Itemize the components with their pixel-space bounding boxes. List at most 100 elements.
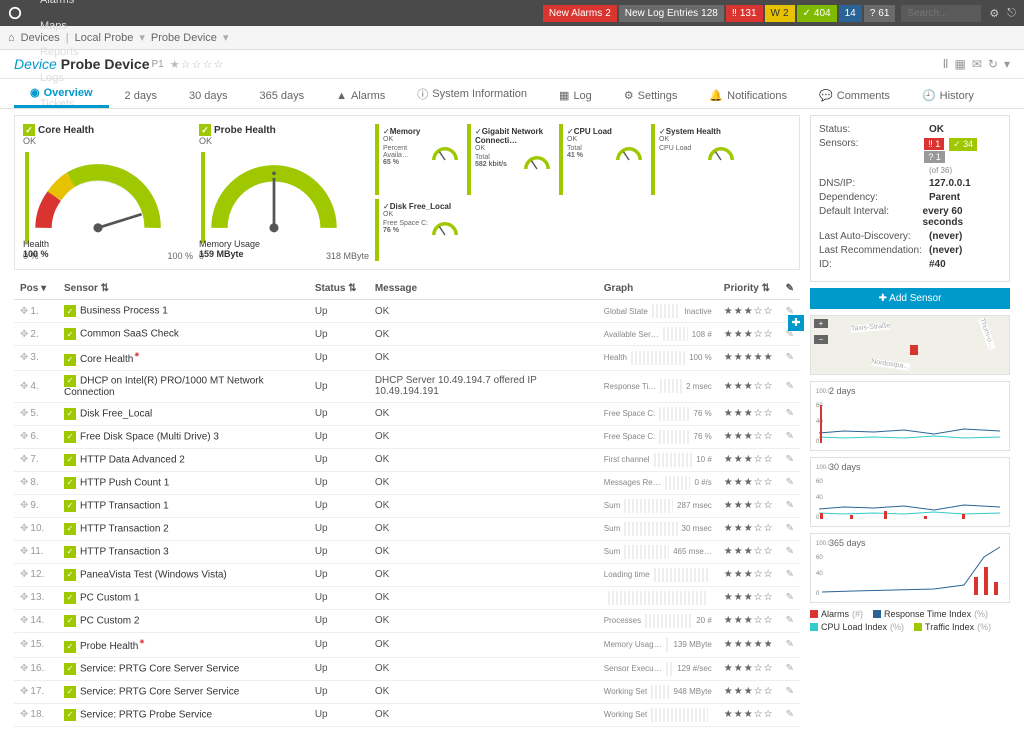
- tab-30-days[interactable]: 30 days: [173, 84, 244, 108]
- drag-handle-icon[interactable]: ✥: [20, 639, 28, 650]
- priority-stars[interactable]: ★★★☆☆: [724, 592, 774, 603]
- sensor-name-link[interactable]: Service: PRTG Core Server Service: [80, 686, 239, 697]
- mini-gauge[interactable]: ✓Disk Free_LocalOKFree Space C:76 %: [375, 199, 463, 261]
- drag-handle-icon[interactable]: ✥: [20, 500, 28, 511]
- new-alarms-badge[interactable]: New Alarms 2: [543, 5, 617, 22]
- priority-stars[interactable]: ★★★☆☆: [724, 431, 774, 442]
- priority-stars[interactable]: ★★★☆☆: [724, 615, 774, 626]
- tab-history[interactable]: 🕘 History: [906, 83, 990, 108]
- sensor-row[interactable]: ✥1.✓Business Process 1UpOKGlobal StateIn…: [14, 300, 800, 323]
- device-priority-stars[interactable]: ★☆☆☆☆: [170, 58, 224, 71]
- breadcrumb-item[interactable]: Local Probe: [75, 32, 134, 44]
- sensor-row[interactable]: ✥4.✓DHCP on Intel(R) PRO/1000 MT Network…: [14, 370, 800, 402]
- sensor-name-link[interactable]: HTTP Data Advanced 2: [80, 454, 185, 465]
- row-edit-icon[interactable]: ✎: [786, 615, 794, 626]
- sensor-name-link[interactable]: Probe Health⁕: [80, 641, 145, 652]
- ok-count-badge[interactable]: ✓ 404: [797, 5, 837, 22]
- sensor-name-link[interactable]: HTTP Transaction 1: [80, 500, 169, 511]
- mini-gauge[interactable]: ✓MemoryOKPercent Availa…65 %: [375, 124, 463, 195]
- add-sensor-button[interactable]: ✚ Add Sensor: [810, 288, 1010, 309]
- row-edit-icon[interactable]: ✎: [786, 686, 794, 697]
- drag-handle-icon[interactable]: ✥: [20, 306, 28, 317]
- priority-stars[interactable]: ★★★☆☆: [724, 454, 774, 465]
- priority-stars[interactable]: ★★★☆☆: [724, 523, 774, 534]
- priority-stars[interactable]: ★★★★★: [724, 639, 774, 650]
- unknown-count-badge[interactable]: ? 61: [864, 5, 896, 22]
- col-edit[interactable]: ✎: [780, 278, 800, 300]
- sensors-red-badge[interactable]: ‼ 1: [924, 138, 944, 150]
- row-edit-icon[interactable]: ✎: [786, 592, 794, 603]
- row-edit-icon[interactable]: ✎: [786, 352, 794, 363]
- sensor-name-link[interactable]: Service: PRTG Probe Service: [80, 709, 212, 720]
- tab-365-days[interactable]: 365 days: [243, 84, 320, 108]
- sensor-row[interactable]: ✥3.✓Core Health⁕UpOKHealth100 %★★★★★✎: [14, 346, 800, 371]
- sensor-name-link[interactable]: HTTP Transaction 2: [80, 523, 169, 534]
- sensor-row[interactable]: ✥2.✓Common SaaS CheckUpOKAvailable Ser…1…: [14, 323, 800, 346]
- row-edit-icon[interactable]: ✎: [786, 523, 794, 534]
- sensor-row[interactable]: ✥14.✓PC Custom 2UpOKProcesses20 #★★★☆☆✎: [14, 609, 800, 632]
- row-edit-icon[interactable]: ✎: [786, 381, 794, 392]
- new-log-badge[interactable]: New Log Entries 128: [619, 5, 724, 22]
- priority-stars[interactable]: ★★★☆☆: [724, 546, 774, 557]
- alarm-count-badge[interactable]: ‼ 131: [726, 5, 763, 22]
- sensor-row[interactable]: ✥8.✓HTTP Push Count 1UpOKMessages Re…0 #…: [14, 471, 800, 494]
- drag-handle-icon[interactable]: ✥: [20, 454, 28, 465]
- blue-count-badge[interactable]: 14: [839, 5, 862, 22]
- mini-gauge[interactable]: ✓System HealthOKCPU Load: [651, 124, 739, 195]
- nav-alarms[interactable]: Alarms: [26, 0, 96, 13]
- col-graph[interactable]: Graph: [598, 278, 718, 300]
- row-edit-icon[interactable]: ✎: [786, 500, 794, 511]
- col-status[interactable]: Status ⇅: [309, 278, 369, 300]
- row-edit-icon[interactable]: ✎: [786, 431, 794, 442]
- drag-handle-icon[interactable]: ✥: [20, 431, 28, 442]
- priority-stars[interactable]: ★★★☆☆: [724, 329, 774, 340]
- chart-thumb-2-days[interactable]: 2 days100.060400: [810, 381, 1010, 451]
- priority-stars[interactable]: ★★★☆☆: [724, 408, 774, 419]
- mini-gauge[interactable]: ✓Gigabit Network Connecti…OKTotal582 kbi…: [467, 124, 555, 195]
- sensor-name-link[interactable]: Core Health⁕: [80, 354, 140, 365]
- col-message[interactable]: Message: [369, 278, 598, 300]
- sensor-name-link[interactable]: Business Process 1: [80, 306, 168, 317]
- drag-handle-icon[interactable]: ✥: [20, 709, 28, 720]
- refresh-icon[interactable]: ↻: [988, 57, 998, 71]
- tab-notifications[interactable]: 🔔 Notifications: [693, 83, 803, 108]
- drag-handle-icon[interactable]: ✥: [20, 352, 28, 363]
- drag-handle-icon[interactable]: ✥: [20, 592, 28, 603]
- sensor-name-link[interactable]: HTTP Transaction 3: [80, 546, 169, 557]
- drag-handle-icon[interactable]: ✥: [20, 477, 28, 488]
- sensor-row[interactable]: ✥17.✓Service: PRTG Core Server ServiceUp…: [14, 680, 800, 703]
- drag-handle-icon[interactable]: ✥: [20, 663, 28, 674]
- sensors-grey-badge[interactable]: ? 1: [924, 151, 945, 163]
- row-edit-icon[interactable]: ✎: [786, 569, 794, 580]
- expand-button[interactable]: ✚: [788, 315, 804, 331]
- tab-2-days[interactable]: 2 days: [109, 84, 173, 108]
- sensor-row[interactable]: ✥13.✓PC Custom 1UpOK★★★☆☆✎: [14, 586, 800, 609]
- map-widget[interactable]: + − Taxis-Straße Thurn-u… Nordostpa…: [810, 315, 1010, 375]
- sensor-row[interactable]: ✥18.✓Service: PRTG Probe ServiceUpOKWork…: [14, 703, 800, 726]
- search-input[interactable]: [901, 5, 981, 22]
- sensor-row[interactable]: ✥5.✓Disk Free_LocalUpOKFree Space C:76 %…: [14, 402, 800, 425]
- chevron-down-icon[interactable]: ▾: [1004, 57, 1010, 71]
- drag-handle-icon[interactable]: ✥: [20, 381, 28, 392]
- drag-handle-icon[interactable]: ✥: [20, 523, 28, 534]
- priority-stars[interactable]: ★★★☆☆: [724, 569, 774, 580]
- drag-handle-icon[interactable]: ✥: [20, 546, 28, 557]
- logout-icon[interactable]: ⎋: [1007, 7, 1016, 20]
- chart-thumb-365-days[interactable]: 365 days100.060400: [810, 533, 1010, 603]
- sensors-green-badge[interactable]: ✓ 34: [949, 138, 977, 151]
- sensor-row[interactable]: ✥10.✓HTTP Transaction 2UpOKSum30 msec★★★…: [14, 517, 800, 540]
- row-edit-icon[interactable]: ✎: [786, 477, 794, 488]
- sensor-name-link[interactable]: Common SaaS Check: [80, 329, 179, 340]
- priority-stars[interactable]: ★★★★★: [724, 352, 774, 363]
- drag-handle-icon[interactable]: ✥: [20, 329, 28, 340]
- home-icon[interactable]: ⌂: [8, 32, 15, 44]
- priority-stars[interactable]: ★★★☆☆: [724, 306, 774, 317]
- tab-comments[interactable]: 💬 Comments: [803, 83, 906, 108]
- tab-log[interactable]: ▦ Log: [543, 83, 608, 108]
- tab-settings[interactable]: ⚙ Settings: [608, 83, 694, 108]
- sensor-name-link[interactable]: Disk Free_Local: [80, 408, 152, 419]
- tab-alarms[interactable]: ▲ Alarms: [320, 84, 401, 108]
- sensor-name-link[interactable]: HTTP Push Count 1: [80, 477, 169, 488]
- mini-gauge[interactable]: ✓CPU LoadOKTotal41 %: [559, 124, 647, 195]
- row-edit-icon[interactable]: ✎: [786, 639, 794, 650]
